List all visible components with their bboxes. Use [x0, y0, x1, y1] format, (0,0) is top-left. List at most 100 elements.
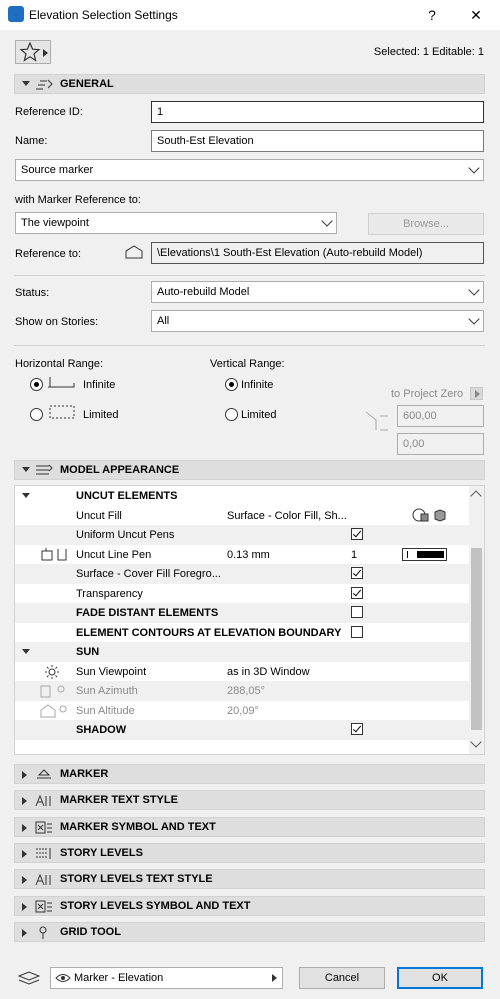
vertical-limited-label: Limited — [241, 409, 277, 421]
elevation-settings-icon — [36, 79, 53, 90]
text-style-icon — [35, 873, 51, 886]
tree-row-sun-azimuth: Sun Azimuth 288,05° — [15, 681, 470, 701]
expand-icon — [22, 771, 27, 779]
browse-button[interactable]: Browse... — [368, 213, 484, 235]
transparency-checkbox[interactable] — [351, 586, 363, 599]
story-levels-icon — [36, 848, 51, 859]
cover-fill-checkbox[interactable] — [351, 567, 363, 579]
marker-panel-header[interactable]: MARKER — [14, 764, 485, 784]
help-button[interactable]: ? — [414, 0, 450, 30]
marker-text-style-label: MARKER TEXT STYLE — [60, 794, 178, 806]
tree-group-uncut-elements[interactable]: UNCUT ELEMENTS — [15, 486, 470, 506]
grid-tool-panel-header[interactable]: GRID TOOL — [14, 922, 485, 942]
reference-id-field[interactable]: 1 — [151, 101, 484, 123]
scrollbar-thumb[interactable] — [471, 548, 482, 730]
sun-azimuth-icon — [40, 685, 65, 698]
collapse-icon — [22, 81, 30, 86]
vertical-infinite-radio[interactable] — [225, 378, 238, 391]
tree-label: SUN — [76, 646, 100, 658]
tree-row-uncut-line-pen[interactable]: Uncut Line Pen 0.13 mm 1 — [15, 545, 470, 565]
tree-row-uncut-fill[interactable]: Uncut Fill Surface - Color Fill, Sh... — [15, 506, 470, 526]
tree-group-element-contours[interactable]: ELEMENT CONTOURS AT ELEVATION BOUNDARY — [15, 623, 470, 643]
tree-label: SHADOW — [76, 724, 127, 736]
marker-symbol-panel-header[interactable]: MARKER SYMBOL AND TEXT — [14, 817, 485, 837]
3d-surface-icon[interactable] — [433, 508, 447, 523]
star-icon — [19, 42, 41, 62]
eye-icon — [55, 974, 71, 982]
stories-label: Show on Stories: — [15, 316, 99, 328]
fade-distant-checkbox[interactable] — [351, 606, 363, 618]
story-levels-panel-header[interactable]: STORY LEVELS — [14, 843, 485, 863]
scroll-down-icon[interactable] — [470, 736, 482, 748]
pen-color-swatch[interactable] — [402, 547, 447, 561]
tree-value: Surface - Color Fill, Sh... — [227, 509, 347, 522]
uniform-uncut-pens-checkbox[interactable] — [351, 528, 363, 540]
tree-row-sun-viewpoint[interactable]: Sun Viewpoint as in 3D Window — [15, 662, 470, 682]
expand-icon — [22, 493, 30, 498]
scroll-up-icon[interactable] — [470, 490, 482, 502]
marker-reference-value: The viewpoint — [21, 217, 89, 229]
general-panel-header[interactable]: GENERAL — [14, 74, 485, 94]
tree-row-cover-fill-foreground[interactable]: Surface - Cover Fill Foregro... — [15, 564, 470, 584]
status-dropdown[interactable]: Auto-rebuild Model — [151, 281, 484, 303]
model-appearance-icon — [36, 464, 53, 475]
story-levels-symbol-panel-header[interactable]: STORY LEVELS SYMBOL AND TEXT — [14, 896, 485, 916]
expand-icon — [22, 850, 27, 858]
tree-group-fade-distant[interactable]: FADE DISTANT ELEMENTS — [15, 603, 470, 623]
view-reference-icon — [125, 245, 143, 259]
ok-button[interactable]: OK — [397, 967, 483, 989]
infinite-range-icon — [48, 377, 75, 388]
model-appearance-panel-header[interactable]: MODEL APPEARANCE — [14, 460, 485, 480]
chevron-down-icon — [468, 284, 480, 296]
show-on-stories-dropdown[interactable]: All — [151, 310, 484, 332]
vertical-limited-radio[interactable] — [225, 408, 238, 421]
reference-id-label: Reference ID: — [15, 106, 83, 118]
favorites-button[interactable] — [15, 40, 51, 64]
tree-scrollbar[interactable] — [469, 486, 484, 754]
vertical-bottom-field[interactable]: 0,00 — [397, 433, 484, 455]
marker-text-style-panel-header[interactable]: MARKER TEXT STYLE — [14, 790, 485, 810]
symbol-text-icon — [35, 821, 52, 834]
tree-label: Uncut Fill — [76, 509, 122, 522]
chevron-right-icon — [43, 49, 48, 57]
chevron-right-icon — [272, 974, 277, 982]
story-levels-text-style-panel-header[interactable]: STORY LEVELS TEXT STYLE — [14, 869, 485, 889]
element-contours-checkbox[interactable] — [351, 625, 363, 638]
marker-reference-dropdown[interactable]: The viewpoint — [15, 212, 337, 234]
cancel-button[interactable]: Cancel — [299, 967, 385, 989]
story-levels-text-style-label: STORY LEVELS TEXT STYLE — [60, 873, 213, 885]
tree-label: Sun Altitude — [76, 704, 135, 717]
reference-to-field[interactable]: \Elevations\1 South-Est Elevation (Auto-… — [151, 242, 484, 264]
shadow-checkbox[interactable] — [351, 723, 363, 735]
expand-icon — [22, 824, 27, 832]
tree-row-transparency[interactable]: Transparency — [15, 584, 470, 604]
close-button[interactable]: ✕ — [458, 0, 494, 30]
collapse-icon — [22, 467, 30, 472]
layer-dropdown[interactable]: Marker - Elevation — [50, 967, 283, 989]
chevron-down-icon — [468, 162, 480, 174]
expand-icon — [22, 903, 27, 911]
tree-group-sun[interactable]: SUN — [15, 642, 470, 662]
line-pen-icon — [41, 547, 67, 560]
limited-range-icon — [49, 405, 75, 419]
horizontal-limited-radio[interactable] — [30, 408, 43, 421]
model-appearance-label: MODEL APPEARANCE — [60, 464, 180, 476]
layers-icon — [17, 971, 41, 985]
name-label: Name: — [15, 135, 48, 147]
source-marker-dropdown[interactable]: Source marker — [15, 159, 484, 181]
tree-label: Transparency — [76, 587, 143, 600]
name-field[interactable]: South-Est Elevation — [151, 130, 484, 152]
archicad-app-icon — [8, 6, 24, 22]
tree-value: as in 3D Window — [227, 665, 310, 678]
story-levels-symbol-label: STORY LEVELS SYMBOL AND TEXT — [60, 900, 251, 912]
vertical-range-label: Vertical Range: — [210, 358, 285, 370]
fill-type-icon[interactable] — [411, 508, 431, 523]
project-zero-button[interactable] — [470, 387, 483, 400]
tree-row-uniform-uncut-pens[interactable]: Uniform Uncut Pens — [15, 525, 470, 545]
vertical-top-field[interactable]: 600,00 — [397, 405, 484, 427]
horizontal-infinite-radio[interactable] — [30, 378, 43, 391]
tree-label: Uniform Uncut Pens — [76, 529, 175, 541]
stories-value: All — [157, 315, 170, 327]
tree-group-shadow[interactable]: SHADOW — [15, 720, 470, 740]
symbol-text-icon — [35, 900, 52, 913]
